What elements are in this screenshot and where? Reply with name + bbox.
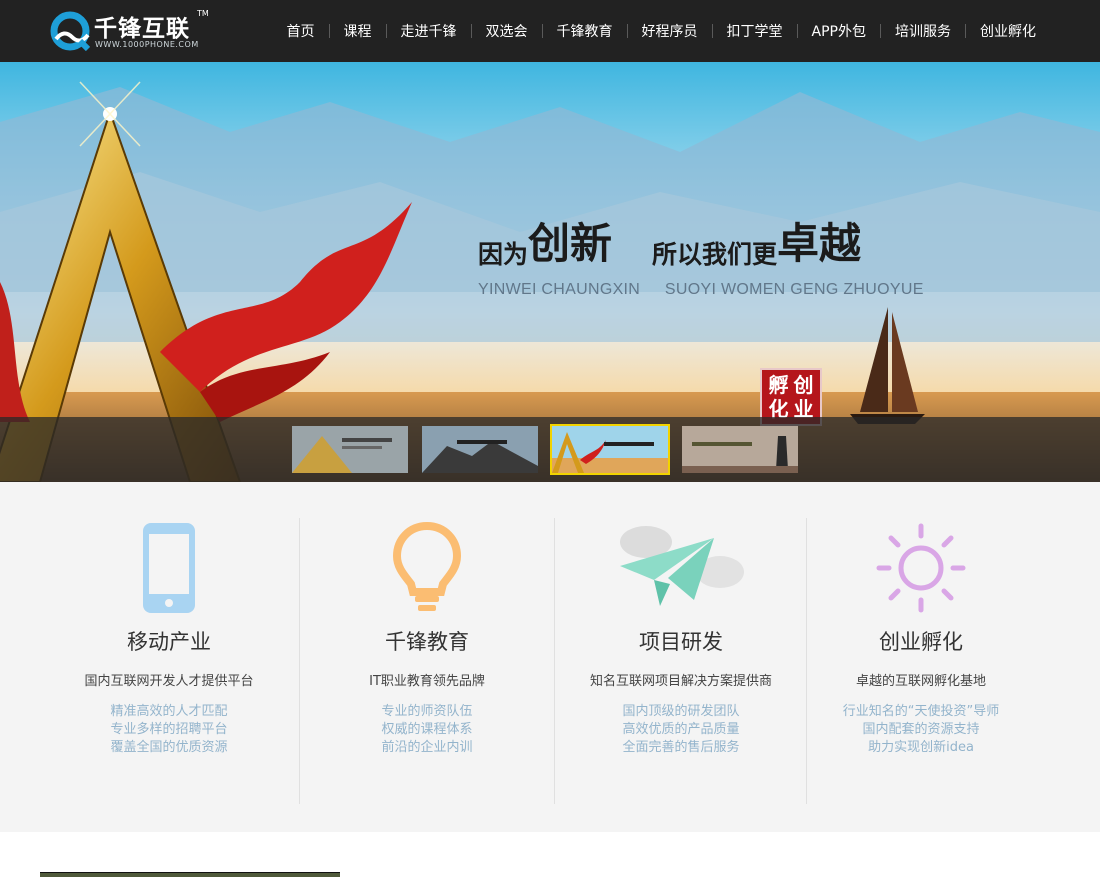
- feature-point: 国内顶级的研发团队: [622, 704, 740, 719]
- feature-point: 高效优质的产品质量: [622, 722, 740, 737]
- feature-point: 国内配套的资源支持: [862, 722, 980, 737]
- carousel-thumbnail-1[interactable]: [290, 424, 410, 475]
- feature-subtitle: 卓越的互联网孵化基地: [855, 674, 986, 689]
- slogan-pinyin-1: YINWEI CHAUNGXIN: [478, 281, 641, 298]
- slogan-pinyin: YINWEI CHAUNGXIN SUOYI WOMEN GENG ZHUOYU…: [478, 281, 978, 299]
- logo-url: WWW.1000PHONE.COM: [95, 40, 199, 49]
- logo-trademark: TM: [197, 9, 209, 18]
- paper-plane-icon: [620, 526, 744, 606]
- feature-point: 助力实现创新idea: [868, 740, 974, 755]
- sun-icon: [876, 523, 966, 613]
- lightbulb-icon: [393, 522, 461, 611]
- main-nav: 首页 课程 走进千锋 双选会 千锋教育 好程序员 扣丁学堂 APP外包 培训服务…: [273, 0, 1050, 62]
- slogan-big-2: 卓越: [777, 219, 862, 268]
- nav-app-outsourcing[interactable]: APP外包: [798, 21, 880, 41]
- feature-title: 创业孵化: [879, 630, 963, 654]
- slogan-pinyin-2: SUOYI WOMEN GENG ZHUOYUE: [664, 281, 924, 298]
- banner-slogan: 因为 创新 所以我们更 卓越 YINWEI CHAUNGXIN SUOYI WO…: [478, 210, 978, 299]
- feature-point: 覆盖全国的优质资源: [110, 740, 228, 755]
- feature-point: 精准高效的人才匹配: [110, 704, 228, 719]
- carousel-thumbnail-2[interactable]: [420, 424, 540, 475]
- carousel-thumbnail-3-active[interactable]: [550, 424, 670, 475]
- feature-project-development[interactable]: 项目研发 知名互联网项目解决方案提供商 国内顶级的研发团队 高效优质的产品质量 …: [556, 518, 806, 757]
- feature-divider: [299, 518, 300, 804]
- seal-char: 孵: [768, 373, 789, 397]
- feature-title: 项目研发: [639, 630, 723, 654]
- logo[interactable]: 千锋互联 TM WWW.1000PHONE.COM: [50, 9, 220, 53]
- feature-education[interactable]: 千锋教育 IT职业教育领先品牌 专业的师资队伍 权威的课程体系 前沿的企业内训: [302, 518, 552, 757]
- nav-training[interactable]: 培训服务: [881, 21, 965, 41]
- nav-job-fair[interactable]: 双选会: [472, 21, 542, 41]
- carousel-thumbnail-4[interactable]: [680, 424, 800, 475]
- nav-about[interactable]: 走进千锋: [387, 21, 471, 41]
- slogan-small-2: 所以我们更: [652, 240, 778, 269]
- feature-subtitle: 知名互联网项目解决方案提供商: [589, 674, 772, 689]
- feature-divider: [554, 518, 555, 804]
- thumbnail-image: [682, 426, 798, 473]
- feature-point: 行业知名的“天使投资”导师: [842, 704, 1000, 719]
- thumbnail-image: [422, 426, 538, 473]
- carousel-thumbnail-strip: [0, 417, 1100, 482]
- nav-incubation[interactable]: 创业孵化: [966, 21, 1050, 41]
- feature-title: 移动产业: [127, 630, 211, 654]
- feature-point: 专业的师资队伍: [381, 704, 473, 719]
- phone-icon: [143, 523, 195, 613]
- feature-point: 专业多样的招聘平台: [110, 722, 228, 737]
- nav-good-programmer[interactable]: 好程序员: [628, 21, 712, 41]
- logo-text: 千锋互联: [94, 16, 190, 42]
- top-header: 千锋互联 TM WWW.1000PHONE.COM 首页 课程 走进千锋 双选会…: [0, 0, 1100, 62]
- logo-icon: [50, 11, 90, 51]
- next-section-image-edge: [40, 872, 340, 877]
- thumbnail-image: [552, 426, 668, 473]
- features-section: 移动产业 国内互联网开发人才提供平台 精准高效的人才匹配 专业多样的招聘平台 覆…: [0, 482, 1100, 832]
- feature-subtitle: IT职业教育领先品牌: [369, 674, 485, 689]
- nav-home[interactable]: 首页: [273, 21, 329, 41]
- feature-mobile-industry[interactable]: 移动产业 国内互联网开发人才提供平台 精准高效的人才匹配 专业多样的招聘平台 覆…: [44, 518, 294, 757]
- feature-subtitle: 国内互联网开发人才提供平台: [84, 674, 254, 689]
- seal-char: 创: [793, 373, 814, 397]
- nav-koding[interactable]: 扣丁学堂: [713, 21, 797, 41]
- feature-point: 权威的课程体系: [381, 722, 473, 737]
- feature-startup-incubation[interactable]: 创业孵化 卓越的互联网孵化基地 行业知名的“天使投资”导师 国内配套的资源支持 …: [796, 518, 1046, 757]
- slogan-chinese: 因为 创新 所以我们更 卓越: [478, 210, 978, 271]
- hero-banner[interactable]: 因为 创新 所以我们更 卓越 YINWEI CHAUNGXIN SUOYI WO…: [0, 62, 1100, 482]
- slogan-small-1: 因为: [478, 240, 529, 269]
- feature-point: 前沿的企业内训: [381, 740, 473, 755]
- nav-courses[interactable]: 课程: [330, 21, 386, 41]
- feature-point: 全面完善的售后服务: [622, 740, 740, 755]
- slogan-big-1: 创新: [528, 219, 613, 268]
- thumbnail-image: [292, 426, 408, 473]
- nav-education[interactable]: 千锋教育: [543, 21, 627, 41]
- feature-title: 千锋教育: [385, 630, 469, 654]
